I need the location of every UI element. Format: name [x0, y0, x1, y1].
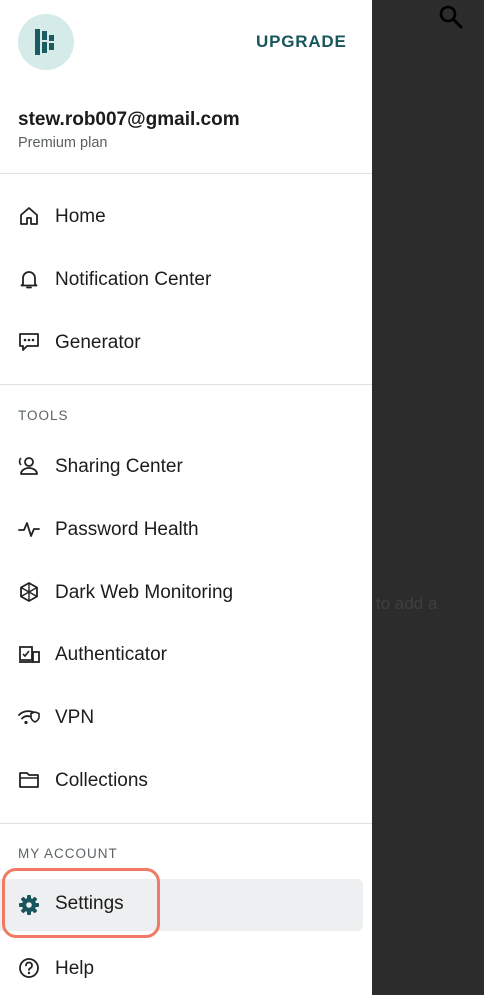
sharing-icon — [18, 455, 40, 477]
nav-item-label: Generator — [55, 332, 141, 353]
tools-item-label: Collections — [55, 770, 148, 791]
tools-item-label: Authenticator — [55, 644, 167, 665]
nav-item-notification-center[interactable]: Notification Center — [0, 256, 372, 304]
tools-item-label: Sharing Center — [55, 456, 183, 477]
account-item-label: Settings — [55, 893, 124, 914]
account-item-help[interactable]: Help — [0, 945, 372, 993]
pulse-icon — [18, 518, 40, 540]
account-item-settings[interactable]: Settings — [0, 879, 372, 931]
gear-icon — [18, 894, 40, 916]
navigation-drawer: UPGRADE stew.rob007@gmail.com Premium pl… — [0, 0, 372, 995]
background-partial-text: to add a — [376, 594, 438, 613]
folder-icon — [18, 769, 40, 791]
help-icon — [18, 957, 40, 979]
divider — [0, 384, 372, 385]
tools-item-password-health[interactable]: Password Health — [0, 506, 372, 554]
account-plan: Premium plan — [18, 135, 108, 151]
tools-item-label: Dark Web Monitoring — [55, 582, 234, 603]
dashlane-logo — [18, 14, 74, 70]
tools-item-label: Password Health — [55, 519, 199, 540]
tools-item-dark-web-monitoring[interactable]: Dark Web Monitoring — [0, 569, 372, 617]
search-icon — [438, 4, 464, 30]
account-email: stew.rob007@gmail.com — [18, 109, 240, 130]
home-icon — [18, 205, 40, 227]
generator-icon — [18, 331, 40, 353]
bell-icon — [18, 268, 40, 290]
divider — [0, 173, 372, 174]
divider — [0, 823, 372, 824]
upgrade-button[interactable]: UPGRADE — [256, 32, 347, 52]
vpn-icon — [18, 706, 40, 728]
tools-item-sharing-center[interactable]: Sharing Center — [0, 443, 372, 491]
tools-item-vpn[interactable]: VPN — [0, 694, 372, 742]
tools-item-authenticator[interactable]: Authenticator — [0, 631, 372, 679]
nav-item-generator[interactable]: Generator — [0, 319, 372, 367]
tools-item-label: VPN — [55, 707, 95, 728]
tools-item-collections[interactable]: Collections — [0, 757, 372, 805]
section-title-my-account: MY ACCOUNT — [18, 846, 118, 861]
section-title-tools: TOOLS — [18, 408, 69, 423]
nav-item-label: Home — [55, 206, 106, 227]
dark-web-icon — [18, 581, 40, 603]
authenticator-icon — [18, 643, 40, 665]
nav-item-label: Notification Center — [55, 269, 212, 290]
nav-item-home[interactable]: Home — [0, 193, 372, 241]
account-item-label: Help — [55, 958, 95, 979]
